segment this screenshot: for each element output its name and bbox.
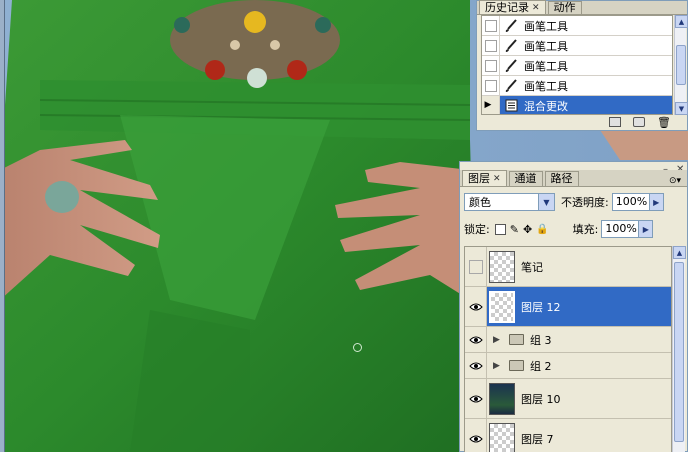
eye-icon[interactable] [465,379,487,418]
tab-history[interactable]: 历史记录 ✕ [479,0,546,14]
tab-layers-label: 图层 [468,171,490,185]
lock-label: 锁定: [464,223,490,236]
fill-input[interactable]: 100% [601,220,640,238]
lock-all-icon[interactable]: 🔒 [536,224,548,235]
tab-channels-label: 通道 [514,172,537,185]
history-panel: 历史记录 ✕ 动作 画笔工具 画笔工具 画笔工具 画笔工具 ▶ 混合更改 ▲ ▼… [476,0,688,131]
expand-triangle-icon[interactable]: ▶ [493,361,503,371]
history-tabs: 历史记录 ✕ 动作 [477,0,687,15]
history-step-label: 画笔工具 [524,79,568,93]
history-step-label: 混合更改 [524,99,568,113]
folder-icon [509,360,524,371]
group-name: 组 2 [530,359,552,373]
layer-row[interactable]: 图层 7 [465,419,671,452]
history-step[interactable]: 画笔工具 [482,56,672,76]
visibility-toggle[interactable] [465,247,487,286]
new-document-icon[interactable] [609,117,622,127]
layer-thumbnail [489,422,515,452]
blend-opacity-row: 颜色 ▼ 不透明度: 100% ▶ [464,192,685,212]
layer-name: 图层 7 [521,432,554,446]
group-name: 组 3 [530,333,552,347]
history-step-label: 画笔工具 [524,19,568,33]
tab-channels[interactable]: 通道 [508,171,543,186]
fill-slider-toggle-icon[interactable]: ▶ [639,220,654,238]
history-toolbar: 🗑 [477,114,687,130]
layer-row-selected[interactable]: 图层 12 [465,287,671,327]
history-source-checkbox[interactable] [482,36,500,55]
history-source-checkbox[interactable] [482,76,500,95]
eye-icon[interactable] [465,419,487,452]
brush-icon [500,38,522,53]
brush-icon [500,58,522,73]
history-step[interactable]: 画笔工具 [482,76,672,96]
history-step[interactable]: 画笔工具 [482,36,672,56]
scroll-thumb[interactable] [674,262,684,442]
eye-icon[interactable] [465,353,487,378]
expand-triangle-icon[interactable]: ▶ [493,335,503,345]
history-list: 画笔工具 画笔工具 画笔工具 画笔工具 ▶ 混合更改 [481,15,673,115]
close-icon[interactable]: ✕ [532,1,540,15]
panel-menu-icon[interactable]: ⊙▾ [669,176,681,186]
brush-icon [500,18,522,33]
history-step-label: 画笔工具 [524,39,568,53]
brush-icon [500,78,522,93]
history-step[interactable]: 画笔工具 [482,16,672,36]
tab-actions-label: 动作 [553,1,576,14]
history-source-checkbox[interactable]: ▶ [482,96,500,114]
chevron-down-icon[interactable]: ▼ [538,194,554,210]
layer-thumbnail [489,382,515,415]
tab-layers[interactable]: 图层 ✕ [462,170,507,186]
opacity-input[interactable]: 100% [611,193,650,211]
fill-label: 填充: [572,223,599,236]
layer-group-row[interactable]: ▶ 组 3 [465,327,671,353]
layers-panel: – ✕ 图层 ✕ 通道 路径 ⊙▾ 颜色 ▼ 不透明度: 100% ▶ 锁定: … [459,161,688,452]
history-step-current[interactable]: ▶ 混合更改 [482,96,672,114]
lock-fill-row: 锁定: ✎ ✥ 🔒 填充: 100% ▶ [464,219,685,239]
snapshot-icon[interactable] [633,117,646,127]
layer-group-row[interactable]: ▶ 组 2 [465,353,671,379]
layers-list: 笔记 图层 12 ▶ 组 3 ▶ 组 2 图层 10 图层 7 [464,246,672,452]
history-source-checkbox[interactable] [482,16,500,35]
layer-row[interactable]: 笔记 [465,247,671,287]
layer-thumbnail [489,250,515,283]
eye-icon[interactable] [465,327,487,352]
tab-paths-label: 路径 [550,172,573,185]
close-icon[interactable]: ✕ [493,172,501,186]
scroll-thumb[interactable] [676,45,686,85]
ruler [0,0,5,452]
layers-tabs: 图层 ✕ 通道 路径 ⊙▾ [460,170,687,187]
layer-row[interactable]: 图层 10 [465,379,671,419]
lock-paint-icon[interactable]: ✎ [510,223,519,236]
blend-mode-select[interactable]: 颜色 ▼ [464,193,555,211]
layer-name: 图层 12 [521,300,561,314]
layers-scrollbar[interactable]: ▲ [672,246,686,452]
history-step-label: 画笔工具 [524,59,568,73]
opacity-label: 不透明度: [561,196,609,209]
history-scrollbar[interactable]: ▲ ▼ [674,15,688,115]
brush-cursor-icon [353,343,362,352]
history-source-checkbox[interactable] [482,56,500,75]
layer-name: 图层 10 [521,392,561,406]
tab-paths[interactable]: 路径 [544,171,579,186]
layer-name: 笔记 [521,260,543,274]
opacity-slider-toggle-icon[interactable]: ▶ [649,193,664,211]
eye-icon[interactable] [465,287,487,326]
tab-history-label: 历史记录 [485,0,529,14]
scroll-up-icon[interactable]: ▲ [675,15,688,28]
scroll-up-icon[interactable]: ▲ [673,246,686,259]
trash-icon[interactable]: 🗑 [657,116,671,129]
tab-actions[interactable]: 动作 [547,1,582,14]
lock-transparency-icon[interactable] [494,223,506,235]
lock-move-icon[interactable]: ✥ [523,223,532,236]
layer-thumbnail [489,290,515,323]
folder-icon [509,334,524,345]
blend-mode-value: 颜色 [469,196,491,209]
blend-change-icon [500,99,522,112]
